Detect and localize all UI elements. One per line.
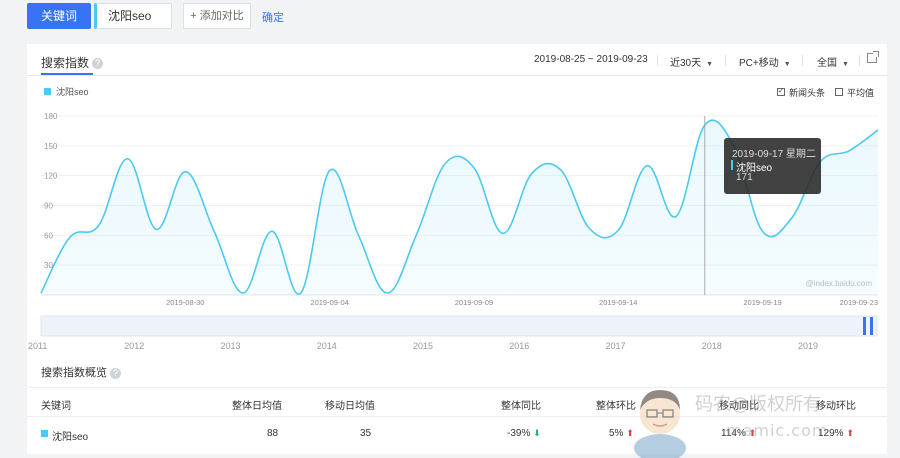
y-tick-label: 120 <box>44 172 58 181</box>
col-mobile-mom: 移动环比 <box>816 401 856 412</box>
watermark-url: mamic.com <box>726 421 829 440</box>
x-tick-label: 2019-09-19 <box>743 298 781 307</box>
top-toolbar: 关键词 沈阳seo + 添加对比 确定 <box>0 0 900 36</box>
overview-title: 搜索指数概览? <box>41 364 121 380</box>
watermark-text: 码农@版权所有 <box>695 394 821 415</box>
arrow-down-icon: ⬇ <box>533 428 541 438</box>
timeline-year-label: 2014 <box>317 341 337 351</box>
col-mobile-avg: 移动日均值 <box>325 401 375 412</box>
x-tick-label: 2019-08-30 <box>166 298 204 307</box>
keyword-input[interactable]: 沈阳seo <box>94 3 172 29</box>
cell-mobile-avg: 35 <box>360 428 372 439</box>
help-icon[interactable]: ? <box>110 367 121 379</box>
cell-keyword: 沈阳seo <box>52 432 89 443</box>
tooltip-date: 2019-09-17 星期二 <box>732 149 816 160</box>
keyword-button[interactable]: 关键词 <box>27 3 91 29</box>
y-tick-label: 180 <box>44 112 58 121</box>
slider-handle-left[interactable] <box>863 317 866 335</box>
tooltip-swatch <box>731 160 733 170</box>
overall-yoy-value: -39% <box>507 428 531 439</box>
timeline-year-label: 2011 <box>28 341 47 351</box>
add-compare-button[interactable]: + 添加对比 <box>183 3 251 29</box>
col-overall-yoy: 整体同比 <box>501 401 541 412</box>
timeline-year-label: 2013 <box>221 341 241 351</box>
y-tick-label: 150 <box>44 142 58 151</box>
timeline-year-label: 2015 <box>413 341 433 351</box>
trend-chart[interactable]: 180150120906030 @index.baidu.com 2019-08… <box>27 44 887 354</box>
x-tick-label: 2019-09-04 <box>310 298 348 307</box>
timeline-slider[interactable] <box>40 315 878 337</box>
timeline-year-label: 2018 <box>702 341 722 351</box>
timeline-year-label: 2016 <box>509 341 529 351</box>
chart-tooltip: 2019-09-17 星期二 沈阳seo 171 <box>724 138 821 194</box>
col-keyword: 关键词 <box>41 401 71 412</box>
col-overall-avg: 整体日均值 <box>232 401 282 412</box>
table-divider <box>27 416 887 417</box>
x-axis: 2019-08-30 2019-09-04 2019-09-09 2019-09-14… <box>166 298 878 307</box>
tooltip-value: 171 <box>736 172 753 183</box>
y-tick-label: 60 <box>44 231 53 240</box>
timeline-years: 2011 2012 2013 2014 2015 2016 2017 2018 2019 <box>28 341 818 351</box>
x-tick-label: 2019-09-23 <box>840 298 878 307</box>
y-axis: 180150120906030 <box>44 112 58 270</box>
timeline-year-label: 2012 <box>124 341 144 351</box>
timeline-year-label: 2017 <box>606 341 626 351</box>
x-tick-label: 2019-09-14 <box>599 298 637 307</box>
y-tick-label: 90 <box>44 202 53 211</box>
slider-handle-right[interactable] <box>870 317 873 335</box>
x-tick-label: 2019-09-09 <box>455 298 493 307</box>
cell-overall-avg: 88 <box>267 428 279 439</box>
confirm-link[interactable]: 确定 <box>262 9 284 25</box>
arrow-up-icon: ⬆ <box>846 428 854 438</box>
cell-overall-yoy: -39% ⬇ <box>507 428 541 439</box>
table-divider <box>27 387 887 388</box>
overview-title-label: 搜索指数概览 <box>41 367 107 379</box>
timeline-year-label: 2019 <box>798 341 818 351</box>
chart-watermark: @index.baidu.com <box>806 279 873 288</box>
watermark-avatar-icon <box>634 390 686 458</box>
row-swatch <box>41 430 48 437</box>
